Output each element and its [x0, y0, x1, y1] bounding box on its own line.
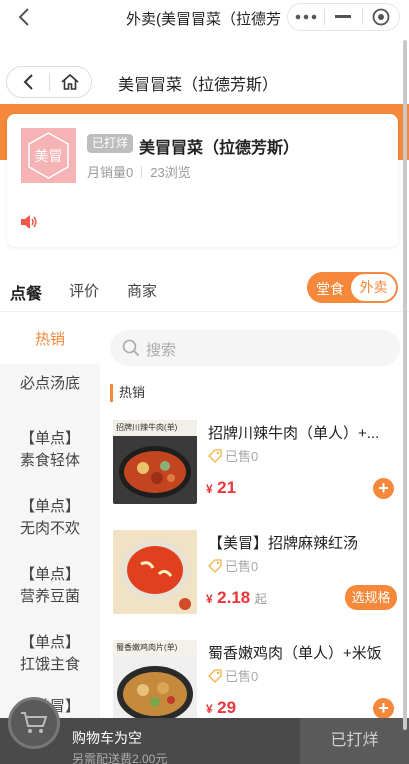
search-placeholder: 搜索: [146, 342, 177, 359]
window-title-bar: 外卖(美冒冒菜（拉德芳斯): [0, 0, 409, 36]
section-title: 热销: [110, 384, 145, 402]
food-image[interactable]: [113, 530, 197, 614]
page-title: 美冒冒菜（拉德芳斯）: [118, 77, 279, 94]
shop-logo[interactable]: 美冒: [21, 128, 76, 183]
tab-reviews[interactable]: 评价: [69, 280, 99, 301]
sidebar-item-hot[interactable]: 热销: [0, 318, 100, 364]
shop-logo-text: 美冒: [34, 147, 63, 164]
menu-item[interactable]: 【美冒】招牌麻辣红汤 已售0 ¥ 2.18 起 选规格: [113, 530, 403, 630]
sidebar-item-veggie[interactable]: 【单点】素食轻体: [0, 428, 100, 496]
cart-bar: 购物车为空 另需配送费2.00元 已打烊: [0, 718, 409, 764]
shop-stats: 月销量0 23浏览: [87, 162, 191, 181]
tab-merchant[interactable]: 商家: [127, 280, 157, 301]
more-icon[interactable]: [288, 4, 324, 30]
search-input[interactable]: 搜索: [110, 330, 400, 366]
stats-divider: [141, 165, 143, 178]
price-value: 21: [217, 478, 237, 497]
view-count: 23浏览: [150, 165, 191, 180]
sidebar-item-staple[interactable]: 【单点】扛饿主食: [0, 632, 100, 696]
dine-in-option[interactable]: 堂食: [316, 279, 344, 299]
sold-count: 已售0: [208, 446, 258, 465]
status-badge: 已打烊: [87, 134, 134, 153]
sold-count: 已售0: [208, 666, 258, 685]
sidebar-item-tofu-mushroom[interactable]: 【单点】营养豆菌: [0, 564, 100, 632]
nav-back-icon[interactable]: [7, 67, 49, 97]
food-image-caption: 蜀香嫩鸡肉片(单): [116, 643, 178, 652]
category-sidebar: 热销 必点汤底 【单点】素食轻体 【单点】无肉不欢 【单点】营养豆菌 【单点】扛…: [0, 318, 100, 764]
currency-symbol: ¥: [206, 702, 213, 716]
sidebar-item-label: 必点汤底: [19, 375, 80, 392]
currency-symbol: ¥: [206, 592, 213, 606]
shop-tabs: 点餐 评价 商家 堂食 外卖: [0, 266, 409, 312]
tag-icon: [208, 668, 222, 683]
sold-text: 已售0: [225, 559, 259, 574]
item-name: 蜀香嫩鸡肉（单人）+米饭: [208, 645, 382, 662]
sidebar-item-label: 【单点】扛饿主食: [19, 634, 80, 673]
sold-text: 已售0: [225, 669, 259, 684]
sidebar-item-label: 热销: [34, 331, 65, 348]
capsule-menu: [287, 3, 400, 31]
monthly-sales: 月销量0: [87, 165, 134, 180]
item-price: ¥ 2.18 起: [206, 588, 267, 608]
food-image-caption: 招牌川辣牛肉(单): [116, 423, 178, 432]
nav-capsule: [6, 66, 92, 98]
item-name: 招牌川辣牛肉（单人）+...: [208, 425, 380, 442]
sidebar-item-meat[interactable]: 【单点】无肉不欢: [0, 496, 100, 564]
price-suffix: 起: [254, 592, 267, 606]
shop-name: 美冒冒菜（拉德芳斯）: [139, 140, 300, 157]
sold-text: 已售0: [225, 449, 259, 464]
shop-info-card: 美冒 已打烊 美冒冒菜（拉德芳斯） 月销量0 23浏览: [7, 114, 398, 247]
checkout-button[interactable]: 已打烊: [300, 718, 409, 764]
tag-icon: [208, 558, 222, 573]
price-value: 2.18: [217, 588, 251, 607]
cart-button[interactable]: [8, 697, 60, 749]
food-image[interactable]: 招牌川辣牛肉(单): [113, 420, 197, 504]
add-to-cart-button[interactable]: +: [373, 478, 394, 499]
back-arrow-icon[interactable]: [14, 6, 36, 28]
window-title: 外卖(美冒冒菜（拉德芳斯): [126, 11, 281, 28]
delivery-fee: 另需配送费2.00元: [72, 752, 168, 764]
food-image[interactable]: 蜀香嫩鸡肉片(单): [113, 640, 197, 724]
sidebar-item-soup-base[interactable]: 必点汤底: [0, 364, 100, 428]
page-nav-bar: 美冒冒菜（拉德芳斯）: [0, 58, 409, 104]
minimize-icon[interactable]: [325, 4, 361, 30]
close-target-icon[interactable]: [363, 4, 399, 30]
tag-icon: [208, 448, 222, 463]
scrollbar[interactable]: [403, 40, 407, 730]
item-price: ¥ 29: [206, 698, 236, 718]
sidebar-item-label: 【单点】无肉不欢: [19, 498, 80, 537]
home-icon[interactable]: [50, 67, 92, 97]
tab-menu[interactable]: 点餐: [10, 280, 42, 304]
search-icon: [122, 339, 140, 357]
takeout-option[interactable]: 外卖: [351, 274, 396, 301]
item-price: ¥ 21: [206, 478, 236, 498]
add-to-cart-button[interactable]: +: [373, 698, 394, 719]
currency-symbol: ¥: [206, 482, 213, 496]
sidebar-item-label: 【单点】素食轻体: [19, 430, 80, 469]
cart-status: 购物车为空: [72, 730, 142, 746]
item-name: 【美冒】招牌麻辣红汤: [208, 535, 359, 552]
shopping-cart-icon: [21, 712, 48, 733]
dining-mode-toggle[interactable]: 堂食 外卖: [307, 272, 398, 303]
choose-spec-button[interactable]: 选规格: [345, 585, 397, 610]
announcement-speaker-icon[interactable]: [20, 214, 38, 230]
sold-count: 已售0: [208, 556, 258, 575]
price-value: 29: [217, 698, 237, 717]
sidebar-item-label: 【单点】营养豆菌: [19, 566, 80, 605]
menu-item[interactable]: 招牌川辣牛肉(单) 招牌川辣牛肉（单人）+... 已售0 ¥ 21 +: [113, 420, 403, 520]
